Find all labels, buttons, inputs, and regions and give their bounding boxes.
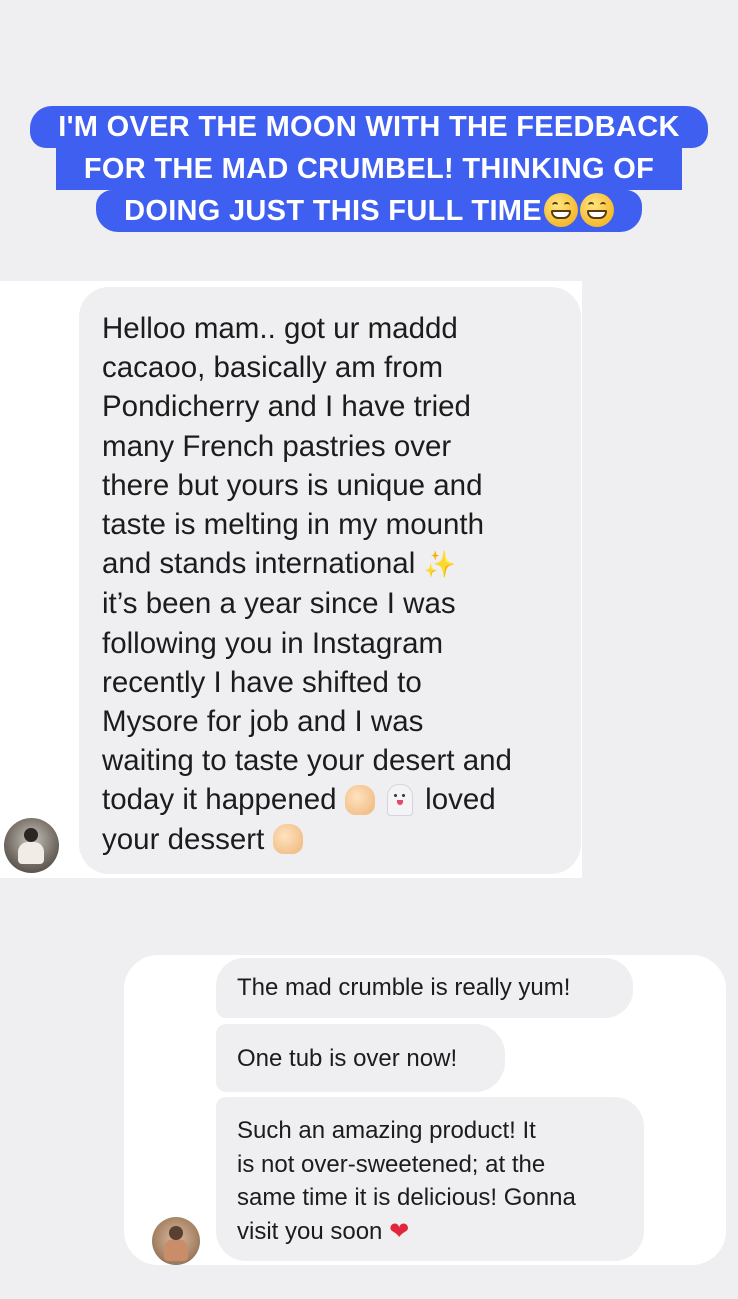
red-heart-icon: ❤ — [389, 1217, 410, 1245]
message-line: today it happened loved — [102, 780, 563, 819]
sender-avatar[interactable] — [4, 818, 59, 873]
message-text: loved — [425, 783, 496, 817]
message-line: there but yours is unique and — [102, 468, 483, 502]
message-line: Helloo mam.. got ur maddd — [102, 312, 458, 345]
caption-line-3: DOING JUST THIS FULL TIME — [96, 190, 642, 232]
message-bubble-2: One tub is over now! — [216, 1024, 505, 1092]
message-line: is not over-sweetened; at the — [237, 1150, 546, 1178]
message-text: visit you soon — [237, 1217, 383, 1245]
sender-avatar[interactable] — [152, 1217, 200, 1265]
grinning-face-icon — [543, 193, 578, 228]
message-line: same time it is delicious! Gonna — [237, 1184, 576, 1211]
message-text: and stands international — [102, 547, 416, 581]
message-line: your dessert — [102, 820, 563, 859]
pinched-fingers-icon — [344, 784, 375, 815]
message-line: it’s been a year since I was — [102, 587, 456, 621]
message-line: taste is melting in my mounth — [102, 508, 485, 542]
caption-line-3-text: DOING JUST THIS FULL TIME — [124, 195, 542, 227]
message-line: cacaoo, basically am from — [102, 351, 444, 385]
caption-line-1: I'M OVER THE MOON WITH THE FEEDBACK — [30, 106, 708, 148]
ghost-icon — [386, 783, 413, 816]
message-line: Pondicherry and I have tried — [102, 390, 471, 424]
message-line: following you in Instagram — [102, 626, 444, 660]
sparkles-icon: ✨ — [423, 549, 456, 580]
caption-line-2: FOR THE MAD CRUMBEL! THINKING OF — [55, 148, 683, 190]
message-line: Mysore for job and I was — [102, 705, 424, 739]
message-text: your dessert — [102, 822, 265, 856]
message-bubble-1: The mad crumble is really yum! — [216, 958, 633, 1018]
message-line: recently I have shifted to — [102, 665, 422, 699]
raising-hands-icon — [272, 823, 303, 854]
grinning-face-icon — [579, 193, 614, 228]
message-line: visit you soon ❤ — [237, 1215, 634, 1249]
story-caption-banner: I'M OVER THE MOON WITH THE FEEDBACK FOR … — [0, 106, 738, 232]
message-bubble-review: Helloo mam.. got ur maddd cacaoo, basica… — [79, 287, 581, 874]
message-line: and stands international ✨ — [102, 544, 563, 584]
message-text: today it happened — [102, 783, 337, 817]
message-line: waiting to taste your desert and — [102, 744, 512, 778]
message-line: many French pastries over — [102, 429, 452, 463]
message-line: Such an amazing product! It — [237, 1117, 536, 1144]
message-bubble-3: Such an amazing product! It is not over-… — [216, 1097, 644, 1261]
